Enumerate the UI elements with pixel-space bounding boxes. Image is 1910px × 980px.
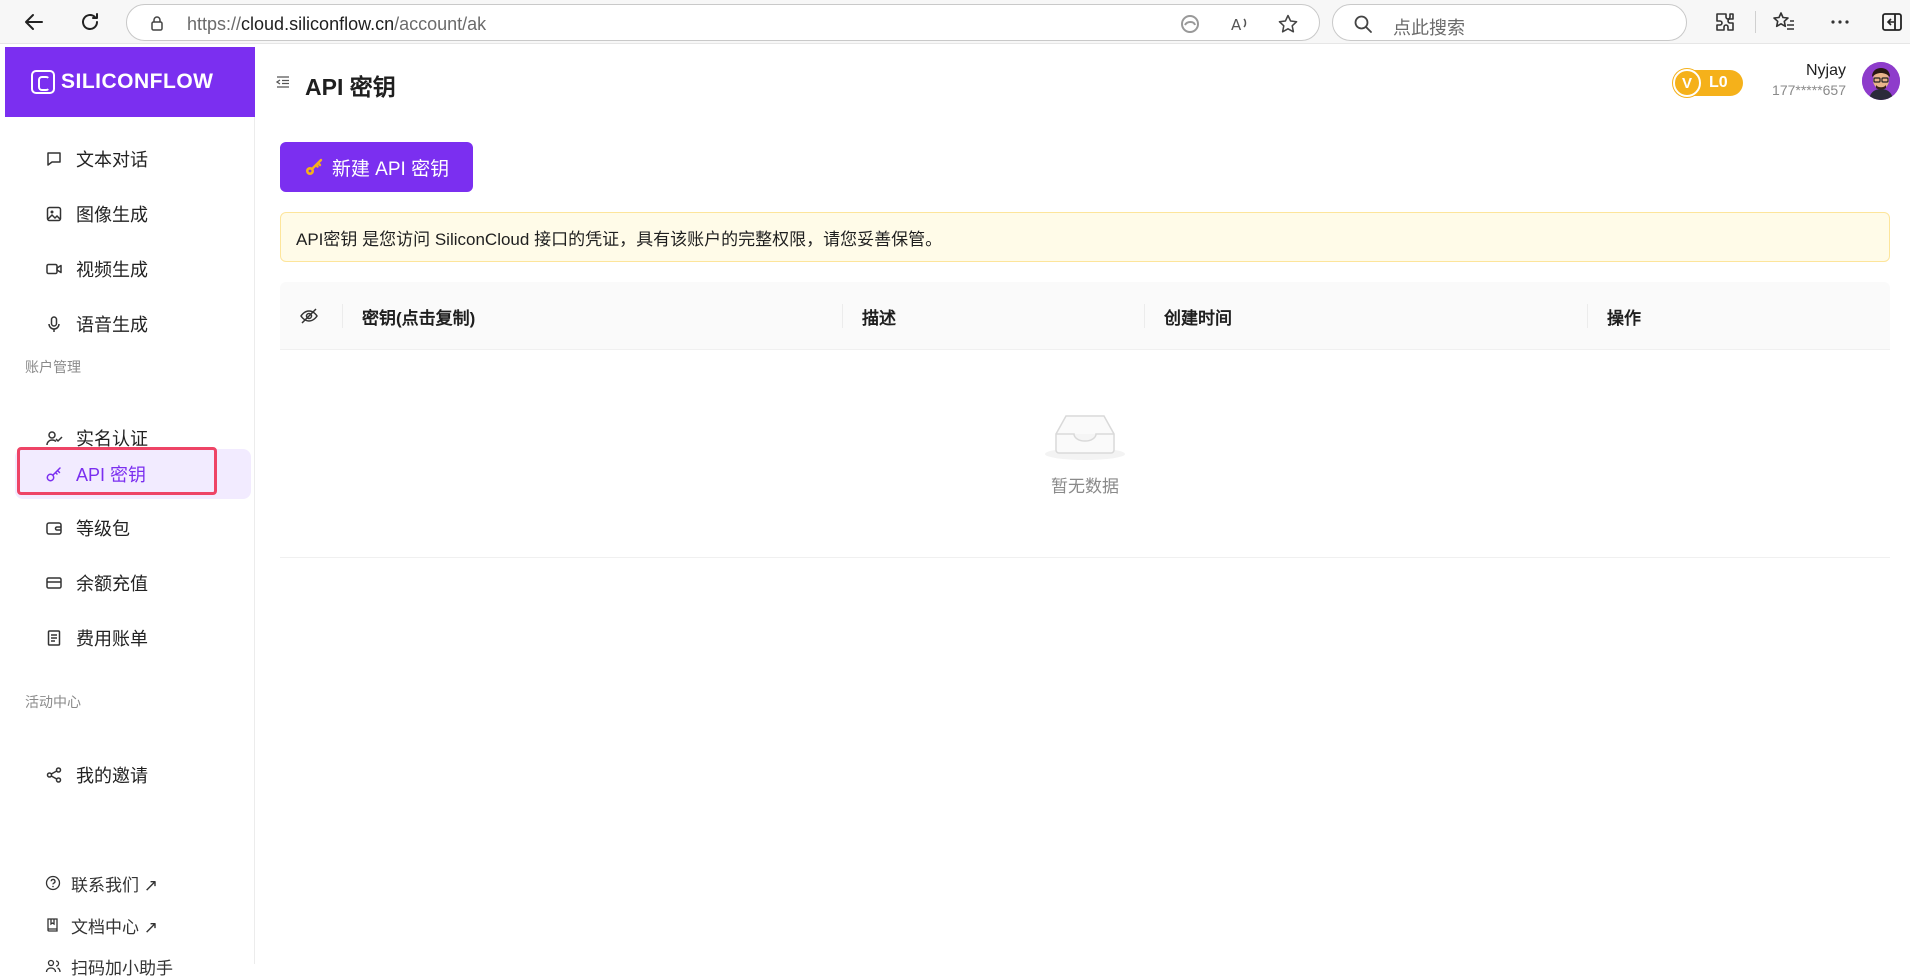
avatar-face-icon (1862, 62, 1900, 100)
user-name: Nyjay (1805, 62, 1846, 79)
toolbar-divider (1755, 11, 1756, 33)
docs-link[interactable]: 文档中心 ↗ (45, 911, 158, 939)
assistant-qr-link[interactable]: 扫码加小助手 (45, 952, 173, 980)
browser-search-input[interactable]: 点此搜索 (1332, 4, 1687, 41)
vip-icon: V (1673, 69, 1701, 97)
table-header: 密钥(点击复制) 描述 创建时间 操作 (280, 282, 1890, 350)
users-icon (45, 959, 61, 973)
favorites-icon[interactable] (1772, 10, 1796, 34)
sidebar-item-label: 视频生成 (76, 260, 148, 280)
eye-off-icon[interactable] (299, 306, 319, 326)
sidebar-item-label: 语音生成 (76, 315, 148, 335)
lock-icon (151, 16, 163, 31)
address-bar[interactable]: https://cloud.siliconflow.cn/account/ak … (126, 4, 1320, 41)
sidebar-item-level-pack[interactable]: 等级包 (15, 504, 251, 552)
column-header-description: 描述 (862, 309, 896, 328)
empty-state: 暂无数据 (280, 350, 1890, 558)
page-title: API 密钥 (305, 74, 396, 100)
empty-inbox-icon (1045, 415, 1125, 460)
sidebar-item-recharge[interactable]: 余额充值 (15, 559, 251, 607)
highlight-annotation (17, 447, 217, 495)
chat-icon (47, 152, 61, 166)
empty-text: 暂无数据 (1051, 477, 1119, 496)
column-divider (842, 304, 843, 328)
url-text: https://cloud.siliconflow.cn/account/ak (187, 14, 487, 34)
column-divider (342, 304, 343, 328)
sidebar-item-audio-gen[interactable]: 语音生成 (15, 300, 251, 348)
logo-text: SILICONFLOW (61, 70, 214, 93)
sidebar-item-billing[interactable]: 费用账单 (15, 614, 251, 662)
read-aloud-icon[interactable]: A (1229, 13, 1251, 35)
sidebar-toggle-icon[interactable] (1880, 10, 1904, 34)
card-icon (46, 577, 62, 589)
avatar[interactable] (1862, 62, 1900, 100)
sidebar-item-label: 文本对话 (76, 150, 148, 170)
sidebar-item-invitations[interactable]: 我的邀请 (15, 751, 251, 799)
sidebar-item-label: 图像生成 (76, 205, 148, 225)
image-icon (46, 206, 62, 222)
star-icon[interactable] (1277, 13, 1299, 35)
sidebar-item-text-chat[interactable]: 文本对话 (15, 135, 251, 183)
key-emoji-icon (305, 158, 323, 175)
footer-item-label: 扫码加小助手 (71, 958, 173, 978)
extensions-icon[interactable] (1713, 10, 1737, 34)
column-header-key: 密钥(点击复制) (362, 309, 476, 328)
bill-icon (47, 630, 61, 646)
sidebar-item-label: 我的邀请 (76, 766, 148, 786)
mic-icon (48, 316, 60, 332)
arrow-left-icon (25, 14, 43, 30)
new-api-key-button[interactable]: 新建 API 密钥 (280, 142, 473, 192)
sidebar-item-label: 等级包 (76, 519, 130, 539)
sidebar-item-label: 余额充值 (76, 574, 148, 594)
new-api-key-label: 新建 API 密钥 (331, 158, 450, 180)
help-icon (45, 875, 61, 891)
contact-us-link[interactable]: 联系我们 ↗ (45, 869, 158, 897)
sidebar-item-image-gen[interactable]: 图像生成 (15, 190, 251, 238)
search-icon (1354, 15, 1372, 33)
column-divider (1144, 304, 1145, 328)
level-text: L0 (1709, 74, 1728, 91)
logo[interactable]: SILICONFLOW (5, 47, 255, 117)
footer-item-label: 联系我们 ↗ (71, 875, 158, 895)
level-badge[interactable]: V L0 (1673, 69, 1743, 97)
back-button[interactable] (18, 6, 50, 38)
user-phone: 177*****657 (1772, 82, 1846, 98)
column-header-actions: 操作 (1607, 309, 1641, 328)
siliconflow-logo-icon (31, 70, 55, 94)
svg-text:A: A (1231, 16, 1242, 34)
notice-banner: API密钥 是您访问 SiliconCloud 接口的凭证，具有该账户的完整权限… (280, 212, 1890, 262)
collapse-sidebar-icon[interactable] (275, 74, 291, 90)
user-info[interactable]: Nyjay 177*****657 (1750, 62, 1846, 98)
search-placeholder: 点此搜索 (1393, 18, 1465, 38)
section-label-account: 账户管理 (25, 359, 81, 375)
edge-icon[interactable] (1179, 13, 1201, 35)
more-icon[interactable] (1828, 10, 1852, 34)
sidebar: SILICONFLOW 文本对话 图像生成 视频生成 语音生成 账户管理 实名认… (5, 47, 255, 978)
section-label-activity: 活动中心 (25, 694, 81, 710)
browser-toolbar: https://cloud.siliconflow.cn/account/ak … (0, 0, 1910, 44)
refresh-button[interactable] (74, 6, 106, 38)
column-header-created: 创建时间 (1164, 309, 1232, 328)
user-check-icon (46, 431, 63, 446)
video-icon (46, 263, 62, 275)
footer-item-label: 文档中心 ↗ (71, 917, 158, 937)
book-icon (47, 918, 58, 932)
column-divider (1587, 304, 1588, 328)
notice-text: API密钥 是您访问 SiliconCloud 接口的凭证，具有该账户的完整权限… (296, 229, 943, 249)
wallet-icon (46, 522, 62, 535)
sidebar-item-video-gen[interactable]: 视频生成 (15, 245, 251, 293)
refresh-icon (82, 13, 98, 30)
share-icon (46, 767, 62, 783)
sidebar-item-label: 费用账单 (76, 629, 148, 649)
